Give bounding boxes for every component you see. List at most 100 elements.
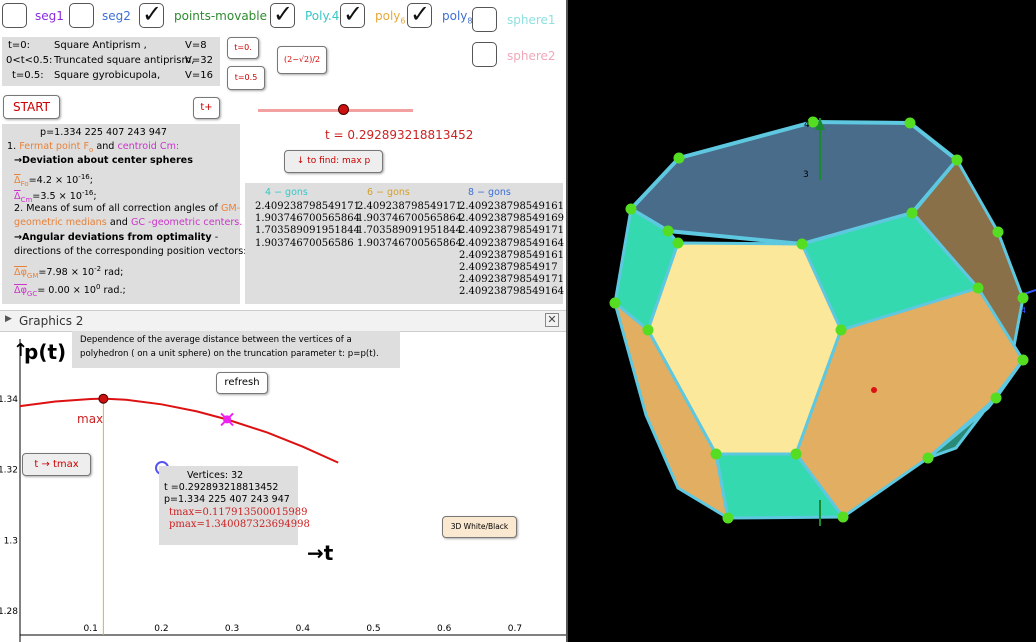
vertex-point[interactable] xyxy=(796,238,808,250)
x-tick-label: 0.2 xyxy=(154,624,168,634)
vertex-point[interactable] xyxy=(992,226,1004,238)
vertices-count: Vertices: 32 xyxy=(187,470,244,481)
seg2-checkbox[interactable] xyxy=(69,3,94,28)
cell: 1.903746700565864 xyxy=(255,213,360,225)
sphere2-checkbox[interactable] xyxy=(472,42,497,67)
x-tick-label: 0.5 xyxy=(366,624,380,634)
p-current: p=1.334 225 407 243 947 xyxy=(164,494,290,505)
chart-description: Dependence of the average distance betwe… xyxy=(72,331,400,368)
x-tick-label: 0.6 xyxy=(437,624,452,634)
sphere1-checkbox[interactable] xyxy=(472,7,497,32)
cell: 2.40923879854917 xyxy=(459,262,558,274)
info-row3-v: V=16 xyxy=(185,70,213,81)
y-tick-4: 4 xyxy=(1021,306,1027,315)
t-slider[interactable] xyxy=(258,104,413,116)
vertex-point[interactable] xyxy=(625,203,637,215)
directions-line: directions of the corresponding position… xyxy=(14,246,247,257)
t-current: t =0.292893218813452 xyxy=(164,482,279,493)
sphere2-label: sphere2 xyxy=(507,49,556,63)
vertex-point[interactable] xyxy=(722,512,734,524)
gons-table: 4 − gons 6 − gons 8 − gons 2.40923879854… xyxy=(245,183,564,304)
vertex-point[interactable] xyxy=(710,448,722,460)
poly8-checkbox[interactable] xyxy=(407,0,432,28)
seg1-label: seg1 xyxy=(35,9,64,23)
x-axis-label: →t xyxy=(307,541,334,565)
start-button[interactable]: START xyxy=(3,95,60,119)
y-axis-arrow-icon: ↑ xyxy=(13,340,29,361)
vertex-point[interactable] xyxy=(990,392,1002,404)
vertex-point[interactable] xyxy=(673,152,685,164)
cell: 2.409238798549171 xyxy=(459,274,564,286)
t05-button[interactable]: t=0.5 xyxy=(227,66,265,90)
col4-values: 2.409238798549171 1.903746700565864 1.70… xyxy=(255,201,360,250)
find-max-button[interactable]: ↓ to find: max p xyxy=(284,150,383,173)
poly4-label: Poly.4 xyxy=(305,9,340,23)
z-tick-3: 3 xyxy=(803,170,809,180)
t-plus-button[interactable]: t+ xyxy=(193,97,220,119)
t-slider-knob[interactable] xyxy=(338,104,350,115)
info-row1-t: t=0: xyxy=(8,40,31,51)
polyhedron-info-box: t=0: Square Antiprism , V=8 0<t<0.5: Tru… xyxy=(2,37,220,86)
vertex-point[interactable] xyxy=(906,207,918,219)
vertex-point[interactable] xyxy=(1017,292,1029,304)
white-black-button[interactable]: 3D White/Black xyxy=(442,516,517,538)
y-tick-label: 1.32 xyxy=(0,466,18,476)
t-tmax-button[interactable]: t → tmax xyxy=(22,453,91,476)
close-icon[interactable]: ✕ xyxy=(545,313,559,327)
y-tick-label: 1.3 xyxy=(4,536,18,546)
max-label: max xyxy=(77,412,104,426)
polyhedron-3d[interactable] xyxy=(568,0,1036,642)
col8-header: 8 − gons xyxy=(468,187,511,198)
cell: 2.409238798549171 xyxy=(255,201,360,212)
info-row1-v: V=8 xyxy=(185,40,207,51)
poly6-checkbox[interactable] xyxy=(340,0,365,28)
tmax-value: tmax=0.117913500015989 xyxy=(169,507,308,518)
vertex-point[interactable] xyxy=(837,511,849,523)
poly8-label: poly8 xyxy=(442,9,473,26)
refresh-button[interactable]: refresh xyxy=(216,372,268,394)
info-row2-name: Truncated square antiprism, xyxy=(54,55,195,66)
cell: 2.409238798549161 xyxy=(459,201,564,212)
formula-button[interactable]: (2−√2)/2 xyxy=(277,46,327,74)
vertex-point[interactable] xyxy=(951,154,963,166)
y-tick-label: 1.34 xyxy=(0,395,18,405)
cell: 1.90374670056586 xyxy=(255,237,354,249)
graphics2-titlebar: ▶ Graphics 2 ✕ xyxy=(0,310,566,332)
vertex-point[interactable] xyxy=(1017,354,1029,366)
x-tick-label: 0.4 xyxy=(296,624,311,634)
cell: 2.409238798549164 xyxy=(459,286,564,298)
info-row1-name: Square Antiprism , xyxy=(54,40,147,51)
max-point xyxy=(98,393,109,404)
vertex-point[interactable] xyxy=(609,297,621,309)
col6-header: 6 − gons xyxy=(367,187,410,198)
x-tick-label: 0.1 xyxy=(84,624,98,634)
vertex-point[interactable] xyxy=(922,452,934,464)
poly4-checkbox[interactable] xyxy=(270,0,295,28)
col4-header: 4 − gons xyxy=(265,187,308,198)
vertex-point[interactable] xyxy=(904,117,916,129)
graphics3d-view[interactable]: 4 3 4 xyxy=(568,0,1036,642)
points-movable-checkbox[interactable] xyxy=(139,0,164,28)
y-tick-label: 1.28 xyxy=(0,607,18,617)
cell: 1.903746700565864 xyxy=(357,213,462,225)
vertex-point[interactable] xyxy=(662,225,674,237)
vertex-point[interactable] xyxy=(642,324,654,336)
info-row2-v: V=32 xyxy=(185,55,213,66)
seg2-label: seg2 xyxy=(102,9,131,23)
stats-p-value: p=1.334 225 407 243 947 xyxy=(40,127,168,138)
vertex-point[interactable] xyxy=(835,324,847,336)
cell: 1.703589091951844 xyxy=(357,225,462,237)
t0-button[interactable]: t=0. xyxy=(227,37,259,59)
seg1-checkbox[interactable] xyxy=(2,3,27,28)
col6-values: 2.409238798549171 1.903746700565864 1.70… xyxy=(357,201,462,250)
stats-item2-cont: geometric medians and GC -geometric cent… xyxy=(14,217,243,228)
vertex-point[interactable] xyxy=(972,282,984,294)
cell: 2.409238798549161 xyxy=(459,249,564,261)
z-tick-4: 4 xyxy=(804,120,810,130)
cell: 2.409238798549169 xyxy=(459,213,564,225)
info-row2-t: 0<t<0.5: xyxy=(6,55,53,66)
collapse-triangle-icon[interactable]: ▶ xyxy=(5,314,12,324)
vertex-point[interactable] xyxy=(672,237,684,249)
angular-heading: →Angular deviations from optimality - xyxy=(14,232,219,243)
vertex-point[interactable] xyxy=(790,448,802,460)
